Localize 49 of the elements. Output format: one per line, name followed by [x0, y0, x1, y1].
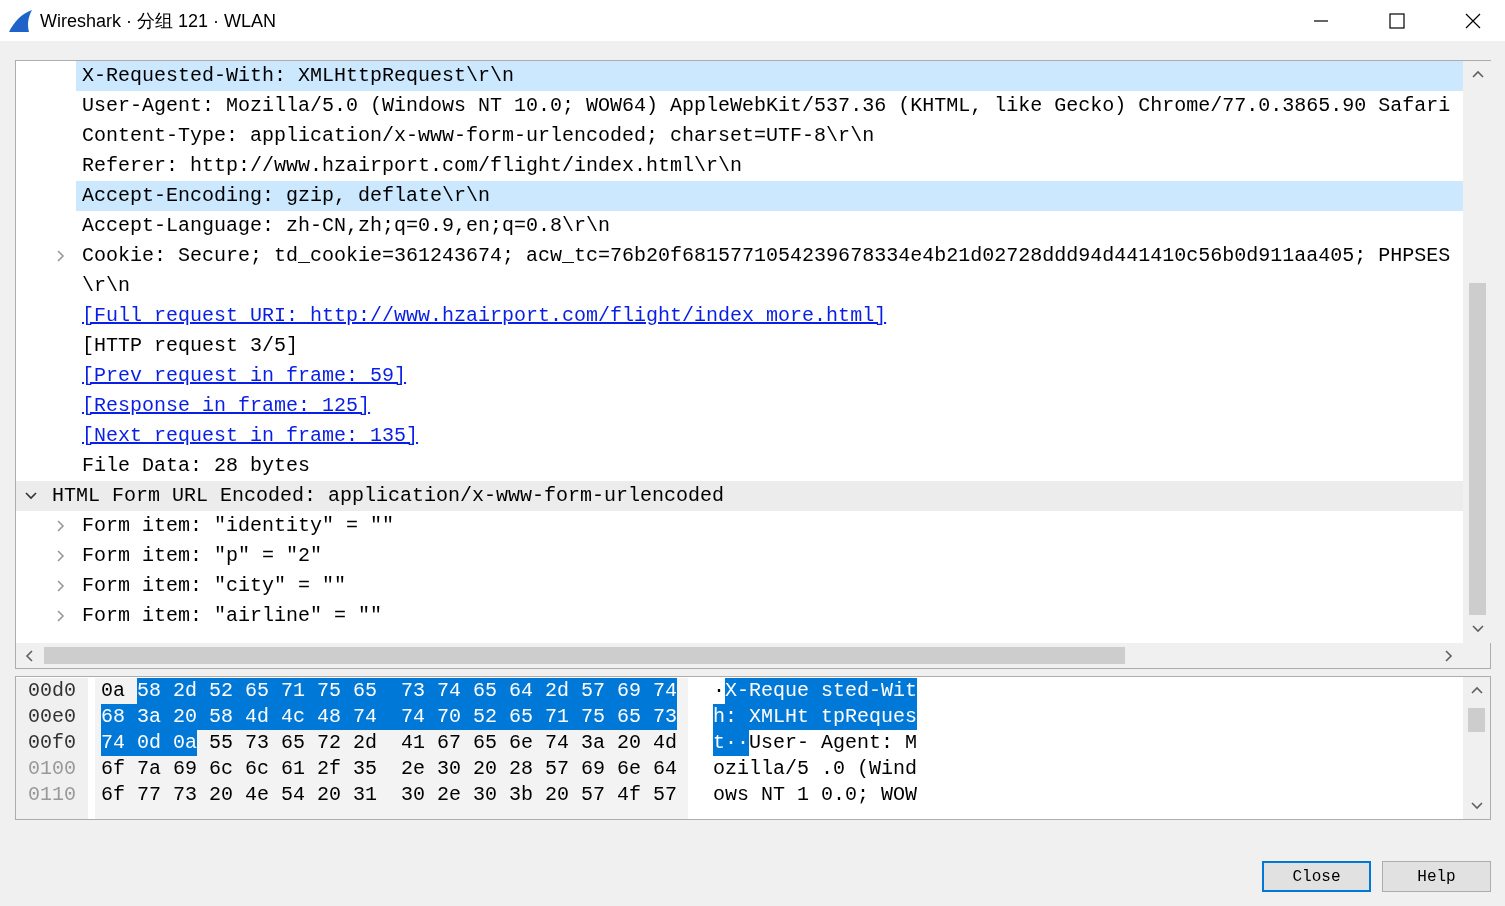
tree-item[interactable]: X-Requested-With: XMLHttpRequest\r\n	[82, 61, 515, 91]
tree-item[interactable]: Content-Type: application/x-www-form-urlencoded; charset=UTF-8\r\n	[82, 121, 875, 151]
horizontal-scrollbar[interactable]	[16, 643, 1463, 668]
window-title: Wireshark · 分组 121 · WLAN	[40, 9, 278, 33]
tree-link[interactable]: [Next request in frame: 135]	[82, 421, 419, 451]
hex-bytes[interactable]: 55 73 65 72 2d 41 67 65 6e 74 3a 20 4d	[209, 730, 678, 756]
shark-fin-icon	[8, 9, 32, 32]
offset-label: 0100	[28, 756, 76, 782]
hex-bytes[interactable]: 6f 7a 69 6c 6c 61 2f 35 2e 30 20 28 57 69 6e 64	[101, 756, 678, 782]
dialog-button[interactable]: Close	[1262, 861, 1371, 892]
hex-bytes[interactable]: 0a	[101, 678, 125, 704]
hex-bytes[interactable]: 58 2d 52 65 71 75 65 73 74 65 64 2d 57 69 74	[137, 678, 678, 704]
tree-item[interactable]: Form item: "city" = ""	[82, 571, 347, 601]
offset-label: 00e0	[28, 704, 76, 730]
hex-bytes[interactable]: 74 0d 0a	[101, 730, 197, 756]
tree-item[interactable]: Form item: "identity" = ""	[82, 511, 395, 541]
offset-label: 0110	[28, 782, 76, 808]
tree-item[interactable]: Referer: http://www.hzairport.com/flight/index.html\r\n	[82, 151, 743, 181]
hex-bytes[interactable]: 68 3a 20 58 4d 4c 48 74 74 70 52 65 71 75 65 73	[101, 704, 678, 730]
tree-link[interactable]: [Response in frame: 125]	[82, 391, 371, 421]
vertical-scrollbar[interactable]	[1463, 677, 1490, 819]
scrollbar-thumb[interactable]	[1468, 708, 1485, 732]
ascii-text[interactable]: ·	[713, 678, 725, 704]
ascii-text[interactable]: ows NT 1 0.0; WOW	[713, 782, 918, 808]
ascii-text[interactable]: X-Reque sted-Wit	[725, 678, 918, 704]
tree-link[interactable]: [Prev request in frame: 59]	[82, 361, 407, 391]
scrollbar-thumb[interactable]	[44, 647, 1125, 664]
dialog-button[interactable]: Help	[1382, 861, 1491, 892]
tree-item[interactable]: Accept-Language: zh-CN,zh;q=0.9,en;q=0.8\r\n	[82, 211, 611, 241]
scrollbar-thumb[interactable]	[1469, 283, 1486, 615]
ascii-text[interactable]: ozilla/5 .0 (Wind	[713, 756, 918, 782]
tree-item[interactable]: Form item: "p" = "2"	[82, 541, 323, 571]
tree-item[interactable]: [HTTP request 3/5]	[82, 331, 299, 361]
tree-item[interactable]: Cookie: Secure; td_cookie=361243674; acw_tc=76b20f6815771054239678334e4b21d02728ddd94d441410c56b0d911aa405; PHPSES	[82, 241, 1451, 271]
ascii-text[interactable]: t··	[713, 730, 749, 756]
ascii-text[interactable]: User- Agent: M	[749, 730, 918, 756]
tree-item[interactable]: User-Agent: Mozilla/5.0 (Windows NT 10.0; WOW64) AppleWebKit/537.36 (KHTML, like Gecko) Chrome/77.0.3865.90 Safari	[82, 91, 1451, 121]
close-icon[interactable]	[1465, 12, 1481, 29]
tree-item[interactable]: Form item: "airline" = ""	[82, 601, 383, 631]
offset-label: 00f0	[28, 730, 76, 756]
ascii-text[interactable]: h: XMLHt tpReques	[713, 704, 918, 730]
hex-bytes[interactable]: 6f 77 73 20 4e 54 20 31 30 2e 30 3b 20 57 4f 57	[101, 782, 678, 808]
maximize-icon[interactable]	[1389, 12, 1405, 29]
tree-item[interactable]: File Data: 28 bytes	[82, 451, 311, 481]
tree-link[interactable]: [Full request URI: http://www.hzairport.com/flight/index_more.html]	[82, 301, 887, 331]
tree-item[interactable]: Accept-Encoding: gzip, deflate\r\n	[82, 181, 491, 211]
offset-label: 00d0	[28, 678, 76, 704]
tree-item-continuation: \r\n	[82, 273, 130, 299]
tree-item[interactable]: HTML Form URL Encoded: application/x-www-form-urlencoded	[52, 481, 725, 511]
